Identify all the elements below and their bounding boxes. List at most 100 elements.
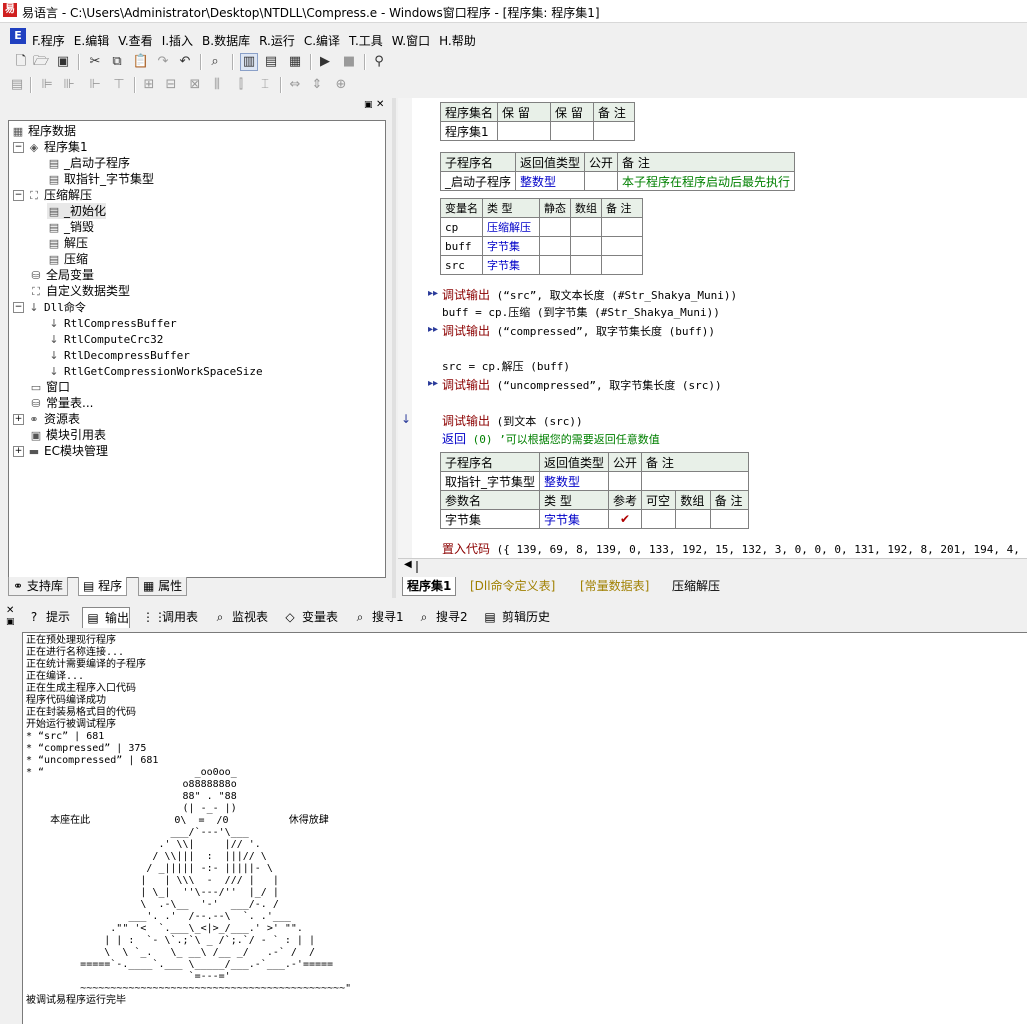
- align-top-icon[interactable]: ⊤: [110, 76, 128, 94]
- scroll-left-icon[interactable]: ◀: [404, 559, 412, 570]
- copy-icon[interactable]: ⧉: [108, 53, 126, 71]
- editor-gutter: [398, 98, 412, 558]
- horizontal-scrollbar[interactable]: ◀: [398, 558, 1027, 575]
- code-line[interactable]: 调试输出 (到文本 (src)): [442, 412, 583, 429]
- tree-globals[interactable]: ⛁ 全局变量: [29, 267, 94, 283]
- assembly-table[interactable]: 程序集名保 留保 留备 注 程序集1: [439, 102, 636, 141]
- tab-call-stack[interactable]: ⋮⋮调用表: [140, 607, 198, 627]
- tab-assembly1[interactable]: 程序集1: [402, 577, 457, 596]
- tree-root[interactable]: ▦ 程序数据: [11, 123, 76, 139]
- menu-view[interactable]: V.查看: [118, 32, 152, 49]
- sub-start-table[interactable]: 子程序名 返回值类型 公开备 注 _启动子程序 整数型 本子程序在程序启动后最先执行: [439, 152, 796, 191]
- tab-hint[interactable]: ? 提示: [24, 607, 70, 627]
- menu-database[interactable]: B.数据库: [202, 32, 250, 49]
- tree-method-decompress[interactable]: ▤ 解压: [47, 235, 88, 251]
- cut-icon[interactable]: ✂: [86, 53, 104, 71]
- menu-edit[interactable]: E.编辑: [74, 32, 109, 49]
- center-icon[interactable]: ⌶: [256, 76, 274, 94]
- tree-dll-item[interactable]: ↓ RtlComputeCrc32: [47, 331, 163, 347]
- menu-program[interactable]: F.程序: [32, 32, 65, 49]
- restore-icon[interactable]: ▣: [6, 617, 15, 627]
- code-line[interactable]: 调试输出 (“uncompressed”, 取字节集长度 (src)): [442, 376, 722, 393]
- center-h-icon[interactable]: ⇔: [286, 76, 304, 94]
- tree-ec-mgr[interactable]: + ▬ EC模块管理: [13, 443, 108, 459]
- properties-icon: ▦: [143, 579, 159, 593]
- tree-dll-cmds[interactable]: − ↓ Dll命令: [13, 299, 86, 315]
- same-height-icon[interactable]: ⊟: [162, 76, 180, 94]
- tree-window[interactable]: ▭ 窗口: [29, 379, 70, 395]
- code-line[interactable]: buff = cp.压缩 (到字节集 (#Str_Shakya_Muni)): [442, 304, 720, 320]
- align-left-icon[interactable]: ⊫: [38, 76, 56, 94]
- tab-search2[interactable]: ⌕ 搜寻2: [414, 607, 468, 627]
- program-tree[interactable]: ▦ 程序数据 − ◈ 程序集1 ▤ _启动子程序 ▤ 取指针_字节集型 − ⛶ 压缩解压 ▤ _…: [8, 120, 386, 578]
- layout-top-icon[interactable]: ▤: [262, 53, 280, 71]
- tab-compress-class[interactable]: 压缩解压: [672, 577, 720, 595]
- tree-dll-item[interactable]: ↓ RtlGetCompressionWorkSpaceSize: [47, 363, 262, 379]
- e-logo-icon[interactable]: E: [10, 28, 26, 44]
- tab-variables[interactable]: ◇ 变量表: [280, 607, 338, 627]
- find-icon[interactable]: ⌕: [206, 53, 224, 71]
- menu-window[interactable]: W.窗口: [392, 32, 430, 49]
- tree-method-init[interactable]: ▤ _初始化: [47, 203, 107, 219]
- panel-restore-icon[interactable]: ▣: [364, 100, 373, 110]
- redo-icon[interactable]: ↷: [154, 53, 172, 71]
- menu-insert[interactable]: I.插入: [162, 32, 193, 49]
- layout-split-icon[interactable]: ▦: [286, 53, 304, 71]
- code-line[interactable]: 置入代码 ({ 139, 69, 8, 139, 0, 133, 192, 15…: [442, 540, 1027, 557]
- new-file-icon[interactable]: 🗋: [12, 53, 30, 71]
- align-icon[interactable]: ▤: [8, 76, 26, 94]
- tree-compress-class[interactable]: − ⛶ 压缩解压: [13, 187, 92, 203]
- tree-custom-types[interactable]: ⛶ 自定义数据类型: [29, 283, 130, 299]
- paste-icon[interactable]: 📋: [132, 53, 150, 71]
- tab-constants-table[interactable]: [常量数据表]: [580, 577, 649, 595]
- tree-dll-item[interactable]: ↓ RtlCompressBuffer: [47, 315, 176, 331]
- tree-module-ref[interactable]: ▣ 模块引用表: [29, 427, 106, 443]
- help-search-icon[interactable]: ⚲: [370, 53, 388, 71]
- same-size-icon[interactable]: ⊠: [186, 76, 204, 94]
- center-both-icon[interactable]: ⊕: [332, 76, 350, 94]
- panel-splitter[interactable]: [392, 98, 396, 598]
- tree-dll-item[interactable]: ↓ RtlDecompressBuffer: [47, 347, 189, 363]
- tree-method-compress[interactable]: ▤ 压缩: [47, 251, 88, 267]
- menu-help[interactable]: H.帮助: [439, 32, 476, 49]
- vspace-icon[interactable]: ⫿: [232, 76, 250, 94]
- close-icon[interactable]: ✕: [6, 605, 14, 616]
- open-folder-icon[interactable]: 🗁: [32, 53, 50, 71]
- tab-output[interactable]: ▤ 输出: [82, 607, 131, 628]
- sub-getptr-table[interactable]: 子程序名 返回值类型 公开备 注 取指针_字节集型 整数型 参数名类 型参考 可空 数组备…: [439, 452, 750, 529]
- tab-clip-history[interactable]: ▤ 剪辑历史: [480, 607, 550, 627]
- menu-run[interactable]: R.运行: [259, 32, 295, 49]
- tree-constants[interactable]: ⛁ 常量表...: [29, 395, 93, 411]
- tab-search1[interactable]: ⌕ 搜寻1: [350, 607, 404, 627]
- panel-close-icon[interactable]: ✕: [376, 99, 384, 110]
- hspace-icon[interactable]: ⫼: [208, 76, 226, 94]
- tree-sub-getptr[interactable]: ▤ 取指针_字节集型: [47, 171, 154, 187]
- tab-support-lib[interactable]: ⚭ 支持库: [8, 577, 68, 596]
- save-icon[interactable]: ▣: [54, 53, 72, 71]
- undo-icon[interactable]: ↶: [176, 53, 194, 71]
- output-panel[interactable]: 正在预处理现行程序 正在进行名称连接... 正在统计需要编译的子程序 正在编译.…: [22, 632, 1027, 1024]
- scroll-thumb[interactable]: [416, 561, 418, 573]
- center-v-icon[interactable]: ⇕: [308, 76, 326, 94]
- align-center-icon[interactable]: ⊪: [60, 76, 78, 94]
- tab-program[interactable]: ▤ 程序: [78, 577, 128, 596]
- layout-left-icon[interactable]: ▥: [240, 53, 258, 71]
- stop-icon[interactable]: ■: [340, 53, 358, 71]
- code-line[interactable]: 调试输出 (“compressed”, 取字节集长度 (buff)): [442, 322, 715, 339]
- menu-compile[interactable]: C.编译: [304, 32, 340, 49]
- tree-method-destroy[interactable]: ▤ _销毁: [47, 219, 94, 235]
- tab-dll-table[interactable]: [Dll命令定义表]: [470, 577, 555, 595]
- tree-resources[interactable]: + ⚭ 资源表: [13, 411, 80, 427]
- code-line[interactable]: src = cp.解压 (buff): [442, 358, 570, 374]
- code-line[interactable]: 返回 (0) ’可以根据您的需要返回任意数值: [442, 430, 660, 447]
- tab-properties[interactable]: ▦ 属性: [138, 577, 188, 596]
- tree-sub-start[interactable]: ▤ _启动子程序: [47, 155, 130, 171]
- tree-assembly1[interactable]: − ◈ 程序集1: [13, 139, 88, 155]
- run-icon[interactable]: ▶: [316, 53, 334, 71]
- variable-table[interactable]: 变量名类 型静态 数组备 注 cp 压缩解压 buff 字节集 src 字节集: [440, 198, 643, 275]
- tab-watch[interactable]: ⌕ 监视表: [210, 607, 268, 627]
- code-line[interactable]: 调试输出 (“src”, 取文本长度 (#Str_Shakya_Muni)): [442, 286, 737, 303]
- align-right-icon[interactable]: ⊩: [86, 76, 104, 94]
- same-width-icon[interactable]: ⊞: [140, 76, 158, 94]
- menu-tools[interactable]: T.工具: [349, 32, 383, 49]
